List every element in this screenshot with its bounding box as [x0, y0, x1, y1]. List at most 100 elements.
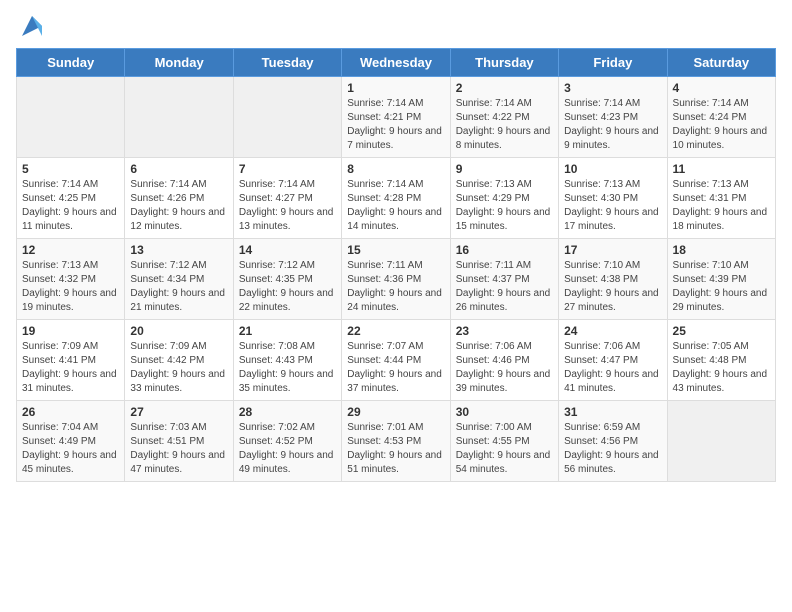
day-number: 4	[673, 81, 770, 95]
day-info: Sunrise: 7:03 AM Sunset: 4:51 PM Dayligh…	[130, 421, 227, 477]
calendar-header-friday: Friday	[559, 49, 667, 77]
calendar-header-wednesday: Wednesday	[342, 49, 450, 77]
day-info: Sunrise: 7:12 AM Sunset: 4:34 PM Dayligh…	[130, 259, 227, 315]
calendar-cell: 8Sunrise: 7:14 AM Sunset: 4:28 PM Daylig…	[342, 158, 450, 239]
calendar-cell: 7 Sunrise: 7:14 AM Sunset: 4:27 PM Daylig…	[233, 158, 341, 239]
day-number: 17	[564, 243, 661, 257]
day-number: 9	[456, 162, 553, 176]
calendar-header-row: SundayMondayTuesdayWednesdayThursdayFrid…	[17, 49, 776, 77]
day-info: Sunrise: 7:14 AM Sunset: 4:28 PM Dayligh…	[347, 178, 444, 234]
calendar-cell: 17 Sunrise: 7:10 AM Sunset: 4:38 PM Dayli…	[559, 239, 667, 320]
calendar-cell: 24Sunrise: 7:06 AM Sunset: 4:47 PM Dayli…	[559, 320, 667, 401]
day-info: Sunrise: 7:02 AM Sunset: 4:52 PM Dayligh…	[239, 421, 336, 477]
day-info: Sunrise: 7:12 AM Sunset: 4:35 PM Dayligh…	[239, 259, 336, 315]
header	[16, 12, 776, 40]
calendar-cell: 15Sunrise: 7:11 AM Sunset: 4:36 PM Dayli…	[342, 239, 450, 320]
day-info: Sunrise: 6:59 AM Sunset: 4:56 PM Dayligh…	[564, 421, 661, 477]
calendar-cell: 26Sunrise: 7:04 AM Sunset: 4:49 PM Dayli…	[17, 401, 125, 482]
calendar-week-row: 5 Sunrise: 7:14 AM Sunset: 4:25 PM Daylig…	[17, 158, 776, 239]
day-info: Sunrise: 7:06 AM Sunset: 4:46 PM Dayligh…	[456, 340, 553, 396]
logo-icon	[18, 12, 46, 40]
day-number: 3	[564, 81, 661, 95]
day-number: 30	[456, 405, 553, 419]
calendar-cell: 31 Sunrise: 6:59 AM Sunset: 4:56 PM Dayli…	[559, 401, 667, 482]
calendar-cell: 4 Sunrise: 7:14 AM Sunset: 4:24 PM Daylig…	[667, 77, 775, 158]
day-info: Sunrise: 7:13 AM Sunset: 4:29 PM Dayligh…	[456, 178, 553, 234]
day-number: 29	[347, 405, 444, 419]
day-info: Sunrise: 7:14 AM Sunset: 4:22 PM Dayligh…	[456, 97, 553, 153]
day-number: 23	[456, 324, 553, 338]
calendar-cell: 9 Sunrise: 7:13 AM Sunset: 4:29 PM Daylig…	[450, 158, 558, 239]
day-info: Sunrise: 7:05 AM Sunset: 4:48 PM Dayligh…	[673, 340, 770, 396]
calendar-week-row: 12 Sunrise: 7:13 AM Sunset: 4:32 PM Dayli…	[17, 239, 776, 320]
calendar-cell	[125, 77, 233, 158]
calendar-cell: 27 Sunrise: 7:03 AM Sunset: 4:51 PM Dayli…	[125, 401, 233, 482]
day-number: 10	[564, 162, 661, 176]
calendar-week-row: 19 Sunrise: 7:09 AM Sunset: 4:41 PM Dayli…	[17, 320, 776, 401]
calendar-cell: 23 Sunrise: 7:06 AM Sunset: 4:46 PM Dayli…	[450, 320, 558, 401]
day-number: 19	[22, 324, 119, 338]
day-info: Sunrise: 7:14 AM Sunset: 4:27 PM Dayligh…	[239, 178, 336, 234]
calendar-cell: 22Sunrise: 7:07 AM Sunset: 4:44 PM Dayli…	[342, 320, 450, 401]
calendar-cell	[667, 401, 775, 482]
day-info: Sunrise: 7:00 AM Sunset: 4:55 PM Dayligh…	[456, 421, 553, 477]
day-number: 5	[22, 162, 119, 176]
calendar-cell: 19 Sunrise: 7:09 AM Sunset: 4:41 PM Dayli…	[17, 320, 125, 401]
calendar-cell: 30 Sunrise: 7:00 AM Sunset: 4:55 PM Dayli…	[450, 401, 558, 482]
calendar-header-thursday: Thursday	[450, 49, 558, 77]
calendar-cell: 25 Sunrise: 7:05 AM Sunset: 4:48 PM Dayli…	[667, 320, 775, 401]
day-info: Sunrise: 7:14 AM Sunset: 4:21 PM Dayligh…	[347, 97, 444, 153]
day-number: 13	[130, 243, 227, 257]
calendar-cell: 14 Sunrise: 7:12 AM Sunset: 4:35 PM Dayli…	[233, 239, 341, 320]
calendar-cell: 21Sunrise: 7:08 AM Sunset: 4:43 PM Dayli…	[233, 320, 341, 401]
day-info: Sunrise: 7:13 AM Sunset: 4:32 PM Dayligh…	[22, 259, 119, 315]
day-info: Sunrise: 7:01 AM Sunset: 4:53 PM Dayligh…	[347, 421, 444, 477]
day-info: Sunrise: 7:13 AM Sunset: 4:31 PM Dayligh…	[673, 178, 770, 234]
day-info: Sunrise: 7:04 AM Sunset: 4:49 PM Dayligh…	[22, 421, 119, 477]
day-number: 1	[347, 81, 444, 95]
day-info: Sunrise: 7:14 AM Sunset: 4:23 PM Dayligh…	[564, 97, 661, 153]
day-number: 12	[22, 243, 119, 257]
day-info: Sunrise: 7:09 AM Sunset: 4:42 PM Dayligh…	[130, 340, 227, 396]
day-number: 14	[239, 243, 336, 257]
calendar-cell: 1 Sunrise: 7:14 AM Sunset: 4:21 PM Daylig…	[342, 77, 450, 158]
day-info: Sunrise: 7:14 AM Sunset: 4:26 PM Dayligh…	[130, 178, 227, 234]
calendar-cell: 16 Sunrise: 7:11 AM Sunset: 4:37 PM Dayli…	[450, 239, 558, 320]
day-info: Sunrise: 7:09 AM Sunset: 4:41 PM Dayligh…	[22, 340, 119, 396]
day-info: Sunrise: 7:11 AM Sunset: 4:37 PM Dayligh…	[456, 259, 553, 315]
day-number: 31	[564, 405, 661, 419]
calendar-table: SundayMondayTuesdayWednesdayThursdayFrid…	[16, 48, 776, 482]
day-number: 28	[239, 405, 336, 419]
calendar-cell: 20 Sunrise: 7:09 AM Sunset: 4:42 PM Dayli…	[125, 320, 233, 401]
calendar-cell: 5 Sunrise: 7:14 AM Sunset: 4:25 PM Daylig…	[17, 158, 125, 239]
day-info: Sunrise: 7:14 AM Sunset: 4:24 PM Dayligh…	[673, 97, 770, 153]
day-info: Sunrise: 7:07 AM Sunset: 4:44 PM Dayligh…	[347, 340, 444, 396]
calendar-week-row: 1 Sunrise: 7:14 AM Sunset: 4:21 PM Daylig…	[17, 77, 776, 158]
day-number: 20	[130, 324, 227, 338]
calendar-cell: 18 Sunrise: 7:10 AM Sunset: 4:39 PM Dayli…	[667, 239, 775, 320]
calendar-cell: 6Sunrise: 7:14 AM Sunset: 4:26 PM Daylig…	[125, 158, 233, 239]
day-number: 25	[673, 324, 770, 338]
calendar-cell: 3 Sunrise: 7:14 AM Sunset: 4:23 PM Daylig…	[559, 77, 667, 158]
calendar-cell	[17, 77, 125, 158]
calendar-cell	[233, 77, 341, 158]
calendar-cell: 10 Sunrise: 7:13 AM Sunset: 4:30 PM Dayli…	[559, 158, 667, 239]
calendar-cell: 29 Sunrise: 7:01 AM Sunset: 4:53 PM Dayli…	[342, 401, 450, 482]
day-info: Sunrise: 7:10 AM Sunset: 4:39 PM Dayligh…	[673, 259, 770, 315]
logo	[16, 12, 46, 40]
calendar-cell: 2 Sunrise: 7:14 AM Sunset: 4:22 PM Daylig…	[450, 77, 558, 158]
calendar-week-row: 26Sunrise: 7:04 AM Sunset: 4:49 PM Dayli…	[17, 401, 776, 482]
page: SundayMondayTuesdayWednesdayThursdayFrid…	[0, 0, 792, 612]
day-info: Sunrise: 7:06 AM Sunset: 4:47 PM Dayligh…	[564, 340, 661, 396]
day-number: 2	[456, 81, 553, 95]
day-info: Sunrise: 7:14 AM Sunset: 4:25 PM Dayligh…	[22, 178, 119, 234]
day-number: 27	[130, 405, 227, 419]
calendar-header-tuesday: Tuesday	[233, 49, 341, 77]
calendar-cell: 12 Sunrise: 7:13 AM Sunset: 4:32 PM Dayli…	[17, 239, 125, 320]
day-number: 7	[239, 162, 336, 176]
day-info: Sunrise: 7:10 AM Sunset: 4:38 PM Dayligh…	[564, 259, 661, 315]
day-number: 18	[673, 243, 770, 257]
day-info: Sunrise: 7:13 AM Sunset: 4:30 PM Dayligh…	[564, 178, 661, 234]
calendar-header-monday: Monday	[125, 49, 233, 77]
day-number: 16	[456, 243, 553, 257]
